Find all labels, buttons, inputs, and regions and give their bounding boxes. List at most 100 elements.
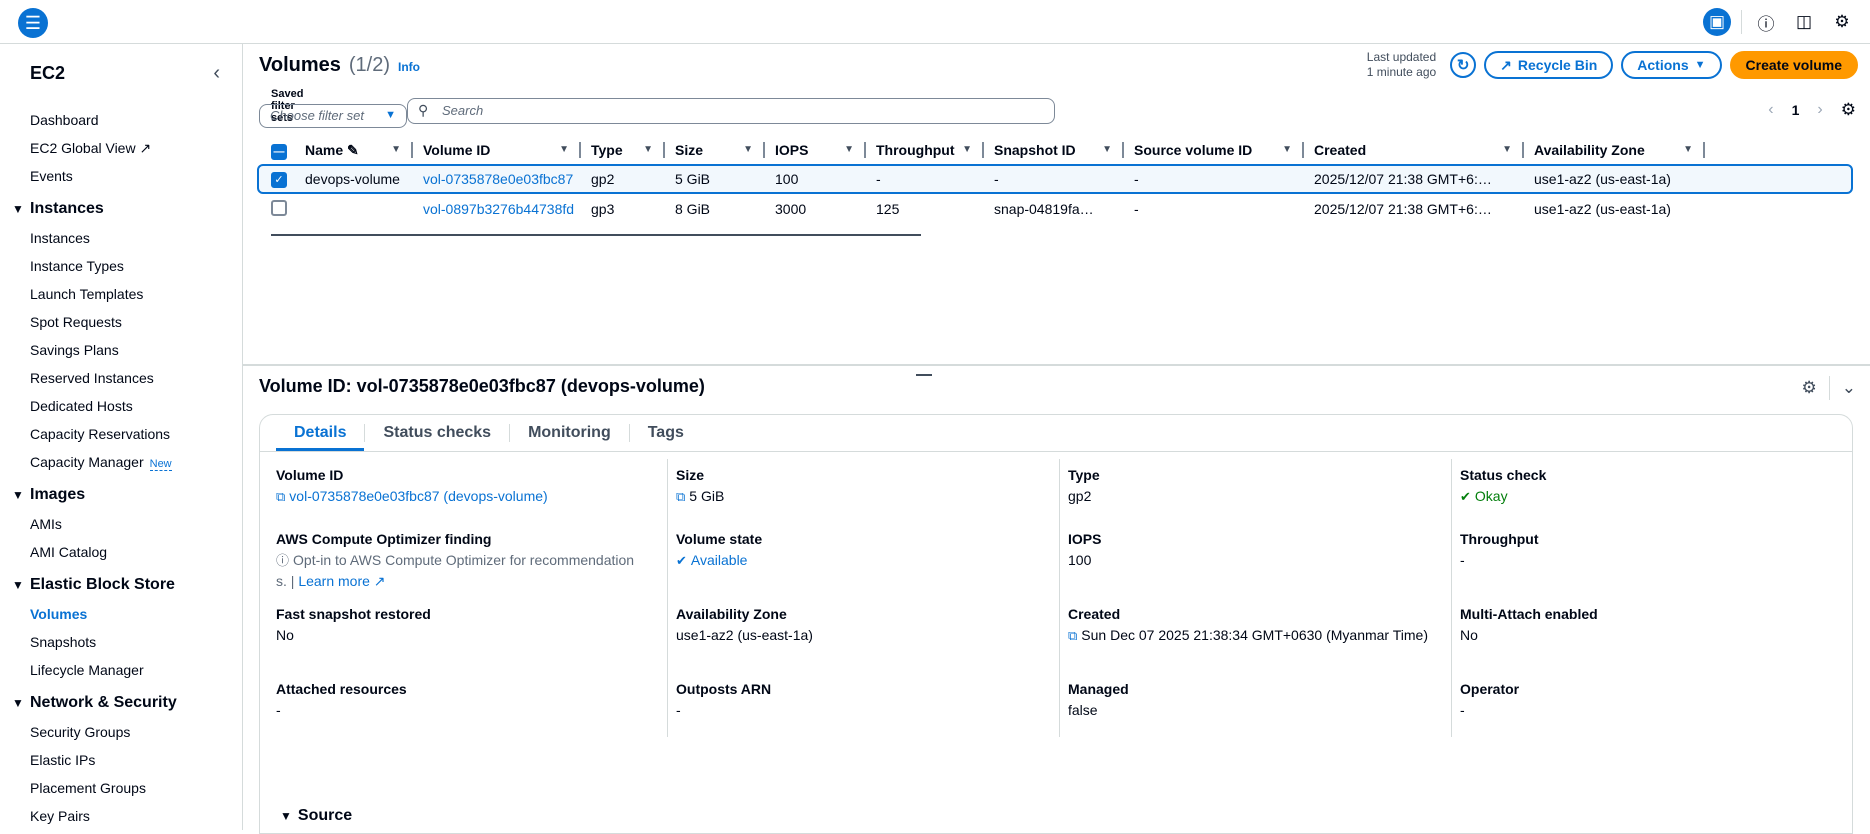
table-row[interactable]: ✓ devops-volume vol-0735878e0e03fbc87 gp… [257,164,1853,194]
size-value: 5 GiB [689,488,725,504]
resize-handle[interactable] [916,374,932,376]
field-label: AWS Compute Optimizer finding [276,531,492,547]
saved-filter-select[interactable]: Choose filter set ▼ [259,104,407,128]
field-value-link[interactable]: ⧉ vol-0735878e0e03fbc87 (devops-volume) [276,486,657,507]
sidebar-item-lifecycle-manager[interactable]: Lifecycle Manager [0,656,242,684]
cell-volume-id-link[interactable]: vol-0897b3276b44738fd [413,201,581,217]
tab-details[interactable]: Details [276,415,365,452]
horizontal-scrollbar[interactable] [271,234,921,236]
copy-icon[interactable]: ⧉ [276,489,285,504]
sidebar-item-security-groups[interactable]: Security Groups [0,718,242,746]
field-label: Volume ID [276,467,344,483]
field-value: - [1460,552,1465,568]
settings-icon[interactable]: ⚙ [1828,8,1856,36]
cell-name: devops-volume [305,171,400,187]
table-row[interactable]: vol-0897b3276b44738fd gp3 8 GiB 3000 125… [259,194,1853,224]
copy-icon[interactable]: ⧉ [676,489,685,504]
sidebar-item-key-pairs[interactable]: Key Pairs [0,802,242,830]
sidebar-item-global-view[interactable]: EC2 Global View ↗ [0,134,242,162]
volume-id-value: vol-0735878e0e03fbc87 (devops-volume) [289,488,548,504]
row-checkbox[interactable] [271,199,287,216]
settings-icon[interactable]: ⚙ [1802,378,1817,398]
copy-icon[interactable]: ⧉ [1068,628,1077,643]
select-all-checkbox[interactable]: — [271,144,287,160]
search-input[interactable]: ⚲ Search [407,98,1055,124]
sidebar-item-spot-requests[interactable]: Spot Requests [0,308,242,336]
column-header-availability-zone[interactable]: Availability Zone ▼ [1524,136,1705,164]
sidebar-item-capacity-manager[interactable]: Capacity Manager New [0,448,242,476]
tab-status-checks[interactable]: Status checks [365,415,509,451]
column-header-throughput[interactable]: Throughput ▼ [866,136,984,164]
row-select-cell: ✓ [259,170,295,188]
actions-button[interactable]: Actions ▼ [1621,51,1722,79]
column-header-iops[interactable]: IOPS ▼ [765,136,866,164]
column-header-name[interactable]: Name ✎ ▼ [295,136,413,164]
chevron-down-icon[interactable]: ⌄ [1842,378,1856,398]
sidebar-item-snapshots[interactable]: Snapshots [0,628,242,656]
tabs-underline [260,451,1852,452]
search-placeholder: Search [442,103,484,118]
tab-monitoring[interactable]: Monitoring [510,415,629,451]
collapse-sidebar-icon[interactable]: ‹ [213,62,220,85]
tab-tags[interactable]: Tags [630,415,702,451]
refresh-button[interactable]: ↻ [1450,52,1477,78]
source-section-toggle[interactable]: ▼ Source [280,807,352,825]
prev-page-icon[interactable]: ‹ [1768,101,1773,119]
sort-icon: ▼ [1282,144,1292,155]
info-icon[interactable]: ⓘ [1752,8,1780,36]
status-value: Okay [1474,488,1508,504]
detail-tabs-container: Details Status checks Monitoring Tags Vo… [259,414,1853,834]
learn-more-link[interactable]: Learn more [298,573,370,589]
table-settings-icon[interactable]: ⚙ [1841,100,1856,120]
column-header-volume-id[interactable]: Volume ID ▼ [413,136,581,164]
sidebar-item-dedicated-hosts[interactable]: Dedicated Hosts [0,392,242,420]
column-header-type[interactable]: Type ▼ [581,136,665,164]
optimizer-text-cont: s. | [276,573,295,589]
divider [1828,376,1830,400]
menu-icon[interactable]: ☰ [18,8,48,38]
sidebar-item-reserved-instances[interactable]: Reserved Instances [0,364,242,392]
cell-volume-id-link[interactable]: vol-0735878e0e03fbc87 [413,171,581,187]
column-header-snapshot-id[interactable]: Snapshot ID ▼ [984,136,1124,164]
feedback-icon[interactable]: ◫ [1790,8,1818,36]
create-volume-button[interactable]: Create volume [1729,51,1858,79]
field-label: Type [1068,467,1100,483]
recycle-bin-button[interactable]: ↗ Recycle Bin [1484,51,1614,79]
refresh-icon: ↻ [1456,57,1470,74]
sidebar-item-capacity-reservations[interactable]: Capacity Reservations [0,420,242,448]
field-value: ⧉ Sun Dec 07 2025 21:38:34 GMT+0630 (Myan… [1068,625,1441,646]
field-label: Volume state [676,531,763,547]
sidebar-item-events[interactable]: Events [0,162,242,190]
sidebar-item-launch-templates[interactable]: Launch Templates [0,280,242,308]
next-page-icon[interactable]: › [1817,101,1822,119]
table-header: — Name ✎ ▼ Volume ID ▼ Type ▼ Size ▼ IOPS ▼ T… [259,136,1853,164]
external-link-icon: ↗ [139,140,152,156]
column-header-source-volume-id[interactable]: Source volume ID ▼ [1124,136,1304,164]
sidebar-item-amis[interactable]: AMIs [0,510,242,538]
column-header-size[interactable]: Size ▼ [665,136,765,164]
field-value-cont: s. | Learn more ↗ [276,571,657,591]
sidebar-section-images[interactable]: ▼ Images [0,480,242,510]
row-checkbox[interactable]: ✓ [271,171,287,188]
sidebar-item-placement-groups[interactable]: Placement Groups [0,774,242,802]
info-link[interactable]: Info [398,60,420,74]
sidebar-section-instances[interactable]: ▼ Instances [0,194,242,224]
sidebar-item-volumes[interactable]: Volumes [0,600,242,628]
field-value: - [676,702,681,718]
sidebar-item-dashboard[interactable]: Dashboard [0,106,242,134]
sidebar-item-ami-catalog[interactable]: AMI Catalog [0,538,242,566]
column-header-created[interactable]: Created ▼ [1304,136,1524,164]
panel-icon[interactable]: ▣ [1703,8,1731,36]
sidebar-section-ebs[interactable]: ▼ Elastic Block Store [0,570,242,600]
new-badge: New [149,458,172,471]
cell-type: gp2 [591,171,615,187]
field-managed: Managed false [1060,673,1452,737]
selection-count: (1/2) [348,54,390,76]
sidebar-item-instances[interactable]: Instances [0,224,242,252]
sidebar-item-savings-plans[interactable]: Savings Plans [0,336,242,364]
page-number[interactable]: 1 [1792,102,1800,118]
field-label: Managed [1068,681,1129,697]
sidebar-section-network-security[interactable]: ▼ Network & Security [0,688,242,718]
sidebar-item-elastic-ips[interactable]: Elastic IPs [0,746,242,774]
sidebar-item-instance-types[interactable]: Instance Types [0,252,242,280]
